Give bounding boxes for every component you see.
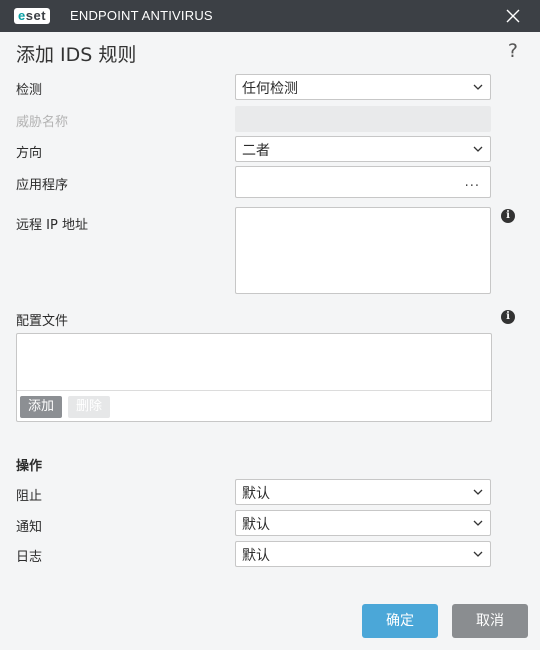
info-icon[interactable]: i [501,310,515,324]
chevron-down-icon [473,489,483,495]
ok-button[interactable]: 确定 [362,604,438,638]
delete-profile-button: 删除 [68,396,111,418]
title-bar: eset ENDPOINT ANTIVIRUS [0,0,540,32]
application-label: 应用程序 [16,178,69,193]
chevron-down-icon [473,520,483,526]
product-name: ENDPOINT ANTIVIRUS [70,8,213,23]
notify-value: 默认 [242,517,270,533]
remote-ip-label: 远程 IP 地址 [16,218,88,233]
info-icon[interactable]: i [501,209,515,223]
close-icon[interactable] [504,7,522,25]
direction-value: 二者 [242,143,270,159]
application-field[interactable]: ... [235,166,491,198]
log-select[interactable]: 默认 [235,541,491,567]
help-icon[interactable]: ? [508,40,518,62]
divider [17,390,491,391]
direction-label: 方向 [16,146,43,161]
cancel-button[interactable]: 取消 [452,604,528,638]
actions-heading: 操作 [16,459,43,474]
remote-ip-input[interactable] [235,207,491,294]
notify-select[interactable]: 默认 [235,510,491,536]
detection-value: 任何检测 [242,81,298,97]
profiles-list[interactable]: 添加 删除 [16,333,492,422]
threat-name-field [235,106,491,132]
detection-select[interactable]: 任何检测 [235,74,491,100]
chevron-down-icon [473,84,483,90]
block-label: 阻止 [16,489,43,504]
log-label: 日志 [16,550,43,565]
eset-logo: eset [14,7,51,25]
profiles-label: 配置文件 [16,314,69,329]
direction-select[interactable]: 二者 [235,136,491,162]
log-value: 默认 [242,548,270,564]
detection-label: 检测 [16,83,43,98]
notify-label: 通知 [16,520,43,535]
chevron-down-icon [473,551,483,557]
block-select[interactable]: 默认 [235,479,491,505]
dialog-title: 添加 IDS 规则 [16,44,137,66]
block-value: 默认 [242,486,270,502]
add-profile-button[interactable]: 添加 [20,396,63,418]
chevron-down-icon [473,146,483,152]
threat-name-label: 威胁名称 [16,115,69,130]
browse-button[interactable]: ... [465,175,480,190]
